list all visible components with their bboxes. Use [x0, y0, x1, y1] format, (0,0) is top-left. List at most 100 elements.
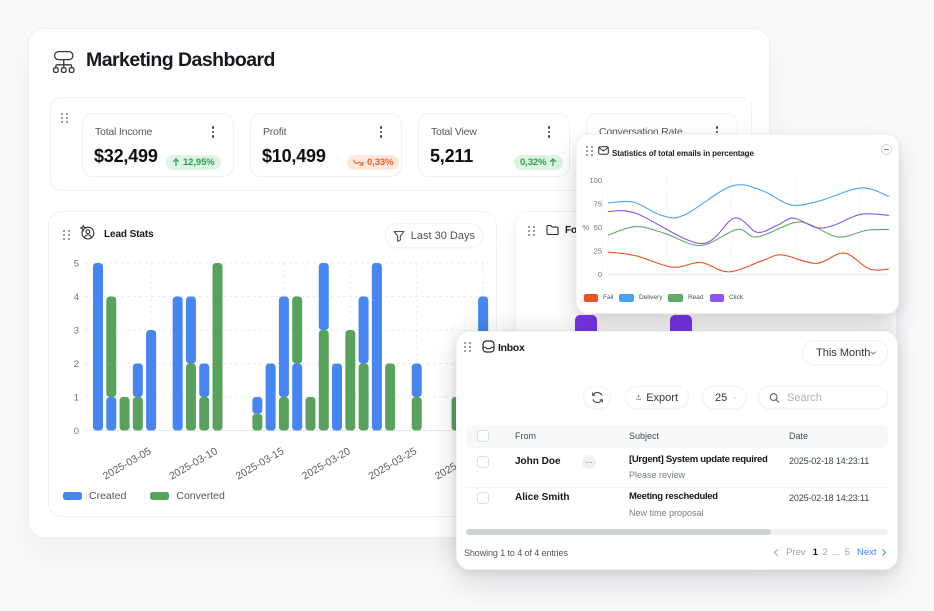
svg-text:2025-03-15: 2025-03-15 — [234, 445, 287, 482]
row-divider — [466, 487, 888, 488]
row-date: 2025-02-18 14:23:11 — [789, 456, 869, 466]
svg-text:0: 0 — [598, 270, 602, 279]
refresh-icon — [591, 391, 604, 404]
row-from: Alice Smith — [515, 492, 569, 503]
card-title: Statistics of total emails in percentage — [612, 149, 754, 158]
filter-button[interactable]: Last 30 Days — [385, 223, 483, 248]
lead-stats-bar-chart: 0 1 2 3 4 5 2025-03-05 2025-03-10 2025-03-15 2025… — [49, 212, 498, 518]
upload-icon — [636, 391, 641, 404]
period-select[interactable]: This Month — [802, 340, 888, 365]
legend-label: Converted — [176, 490, 224, 502]
trend-badge: 12,95% — [166, 155, 221, 170]
page-2[interactable]: 2 — [822, 547, 827, 558]
drag-handle-icon[interactable] — [61, 113, 68, 123]
row-date: 2025-02-18 14:23:11 — [789, 493, 869, 503]
legend-swatch-read — [668, 294, 683, 302]
arrow-up-icon — [172, 158, 180, 167]
legend-item: Created — [63, 490, 126, 502]
lead-stats-card: Lead Stats Last 30 Days 0123452025-03-05… — [48, 211, 497, 517]
kebab-menu-icon[interactable] — [542, 125, 556, 139]
scrollbar-thumb[interactable] — [466, 529, 771, 535]
refresh-button[interactable] — [583, 386, 611, 409]
trend-badge: 0,32% — [514, 155, 563, 170]
svg-text:1: 1 — [74, 393, 79, 404]
drag-handle-icon[interactable] — [464, 342, 471, 352]
svg-text:2025-03-05: 2025-03-05 — [101, 445, 154, 482]
envelope-icon — [598, 146, 609, 155]
kebab-menu-icon[interactable] — [374, 125, 388, 139]
page-size-value: 25 — [715, 392, 727, 404]
export-button[interactable]: Export — [625, 386, 689, 409]
svg-text:4: 4 — [74, 292, 79, 303]
prev-button[interactable]: Prev — [786, 547, 806, 558]
kebab-menu-icon[interactable] — [206, 125, 220, 139]
pagination: Prev 1 2 ... 5 Next — [773, 547, 887, 558]
page-size-select[interactable]: 25 — [702, 386, 747, 409]
legend-swatch-delivery — [619, 294, 634, 302]
chevron-right-icon[interactable] — [881, 548, 887, 557]
legend-swatch-created — [63, 492, 82, 501]
page-5[interactable]: 5 — [845, 547, 850, 558]
row-preview: Please review — [629, 470, 685, 480]
entries-summary: Showing 1 to 4 of 4 entries — [464, 548, 568, 558]
column-header-date: Date — [789, 431, 808, 441]
stat-value: $10,499 — [262, 146, 326, 167]
badge-text: 0,33% — [367, 157, 393, 168]
email-stats-card: Statistics of total emails in percentage… — [576, 134, 899, 314]
page-1[interactable]: 1 — [813, 547, 818, 558]
select-all-checkbox[interactable] — [477, 430, 489, 442]
trending-down-icon — [353, 159, 364, 167]
legend-label: Delivery — [639, 294, 662, 301]
column-header-from: From — [515, 431, 536, 441]
stat-card-total-income: Total Income $32,499 12,95% — [82, 113, 234, 177]
export-button-label: Export — [646, 392, 678, 404]
funnel-icon — [393, 230, 405, 242]
row-subject: [Urgent] System update required — [629, 454, 768, 465]
search-input[interactable] — [787, 392, 877, 404]
stat-card-profit: Profit $10,499 0,33% — [250, 113, 402, 177]
drag-handle-icon[interactable] — [586, 146, 593, 156]
page-ellipsis: ... — [832, 547, 840, 558]
row-subject: Meeting rescheduled — [629, 491, 718, 502]
inbox-icon — [482, 340, 495, 353]
row-checkbox[interactable] — [477, 456, 489, 468]
chevron-down-icon — [870, 350, 877, 356]
trend-badge: 0,33% — [347, 155, 399, 170]
search-box — [758, 386, 888, 409]
legend-swatch-fail — [584, 294, 599, 302]
chevron-down-icon — [734, 395, 737, 401]
chart-legend: Created Converted — [63, 490, 225, 502]
svg-text:0: 0 — [74, 426, 79, 437]
stat-value: 5,211 — [430, 146, 473, 167]
badge-text: 0,32% — [520, 157, 546, 168]
svg-text:2025-03-25: 2025-03-25 — [366, 445, 419, 482]
search-icon — [769, 392, 780, 404]
svg-text:50: 50 — [594, 223, 602, 232]
svg-text:2025-03-10: 2025-03-10 — [167, 445, 220, 482]
legend-swatch-click — [710, 294, 725, 302]
chart-legend: FailDeliveryReadClick — [584, 294, 750, 302]
row-checkbox[interactable] — [477, 492, 489, 504]
period-select-label: This Month — [816, 347, 870, 359]
table-header: From Subject Date — [466, 425, 888, 448]
svg-text:5: 5 — [74, 259, 79, 270]
stat-card-total-view: Total View 5,211 0,32% — [418, 113, 570, 177]
drag-handle-icon[interactable] — [63, 230, 70, 240]
minimize-button[interactable] — [881, 144, 892, 155]
row-menu-button[interactable]: ... — [582, 455, 596, 469]
legend-label: Fail — [603, 294, 613, 301]
legend-swatch-converted — [150, 492, 169, 501]
page-title: Marketing Dashboard — [86, 49, 275, 72]
scrollbar-track[interactable] — [466, 529, 888, 535]
chevron-left-icon[interactable] — [773, 548, 779, 557]
svg-text:100: 100 — [589, 176, 602, 185]
svg-text:3: 3 — [74, 326, 79, 337]
svg-text:2: 2 — [74, 359, 79, 370]
email-line-chart: 0255075100% — [577, 135, 900, 315]
stat-value: $32,499 — [94, 146, 158, 167]
svg-text:%: % — [582, 223, 589, 232]
next-button[interactable]: Next — [857, 547, 877, 558]
sitemap-icon — [52, 50, 75, 75]
lead-user-icon — [80, 225, 95, 240]
legend-label: Click — [729, 294, 743, 301]
